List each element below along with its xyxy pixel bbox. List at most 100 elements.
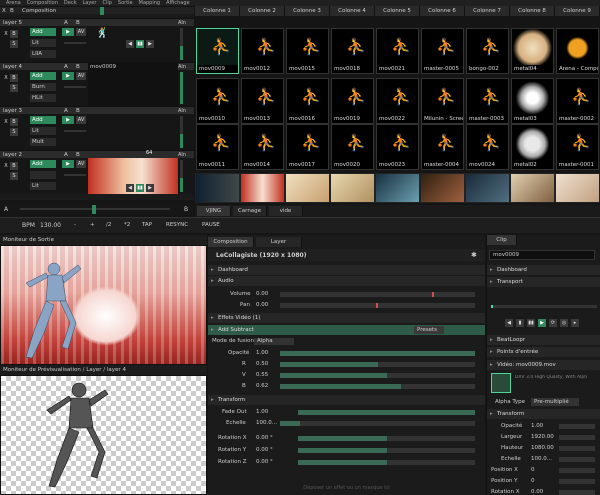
clip-transport-section[interactable]: Transport <box>487 277 600 287</box>
clip-tile[interactable]: ⛹ master-0005 <box>421 28 464 74</box>
transform-slider-2[interactable] <box>298 436 475 441</box>
video-section[interactable]: Vidéo: mov0009.mov <box>487 360 600 370</box>
layer-play-toggle[interactable]: ▶ <box>62 28 74 36</box>
layer-header-3[interactable]: layer 3 A B Aln <box>0 106 194 114</box>
strip-thumb-2[interactable] <box>286 174 329 202</box>
composition-fader[interactable] <box>100 7 104 15</box>
layer-s-toggle[interactable]: S <box>10 128 18 136</box>
clip-tile[interactable]: metal02 <box>511 124 554 170</box>
clip-prop-slider-0[interactable] <box>559 424 595 429</box>
clip-prop-value-4[interactable]: 0 <box>531 465 535 475</box>
clip-tile[interactable]: ⛹ bongo-002 <box>466 28 509 74</box>
strip-thumb-1[interactable] <box>241 174 284 202</box>
clip-tile[interactable]: ⛹ mov0024 <box>466 124 509 170</box>
clip-transport-btn-2[interactable]: ▮▮ <box>527 319 535 327</box>
bpm-button-0[interactable]: - <box>74 222 76 228</box>
blend-mode-1[interactable]: Burn <box>30 83 56 91</box>
layer-av-toggle[interactable]: AV <box>76 160 86 168</box>
pan-slider[interactable] <box>280 303 475 308</box>
clip-tile[interactable]: ⛹ mov0014 <box>241 124 284 170</box>
layer-b-toggle[interactable]: B <box>10 162 18 170</box>
column-header-4[interactable]: Colonne 4 <box>330 6 375 16</box>
transform-slider-1[interactable] <box>280 421 475 426</box>
layer-x-button[interactable]: X <box>2 118 10 126</box>
layer-header-4[interactable]: layer 4 A Bmov0009 Aln <box>0 62 194 71</box>
clip-tile[interactable]: ⛹ mov0016 <box>286 78 329 124</box>
clip-prop-value-0[interactable]: 1.00 <box>531 421 543 431</box>
layer-av-toggle[interactable]: AV <box>76 28 86 36</box>
layer-opacity-slider[interactable] <box>64 86 86 88</box>
layer-play-toggle[interactable]: ▶ <box>62 160 74 168</box>
column-header-3[interactable]: Colonne 3 <box>285 6 330 16</box>
bpm-button-5[interactable]: RESYNC <box>166 222 188 228</box>
volume-value[interactable]: 0.00 <box>256 289 268 299</box>
layer-b-toggle[interactable]: B <box>10 74 18 82</box>
bpm-button-6[interactable]: PAUSE <box>202 222 220 228</box>
clip-tile[interactable]: ⛹ mov0009 <box>196 28 239 74</box>
clip-timeline[interactable] <box>491 305 597 308</box>
clip-prop-slider-1[interactable] <box>559 435 595 440</box>
layer-header-2[interactable]: layer 2 A B Aln <box>0 150 194 158</box>
clip-tile[interactable]: ⛹ master-0002 <box>556 78 599 124</box>
settings-icon[interactable]: ✱ <box>471 251 477 259</box>
transport-btn-2[interactable]: ▶ <box>146 184 154 192</box>
audio-section[interactable]: Audio <box>208 276 485 286</box>
transform-value-2[interactable]: 0.00 ° <box>256 433 273 443</box>
clip-tile[interactable]: ⛹ master-0003 <box>466 78 509 124</box>
clip-transport-btn-1[interactable]: ▮ <box>516 319 524 327</box>
deck-tab-0[interactable]: VJING <box>197 206 231 216</box>
volume-slider[interactable] <box>280 292 475 297</box>
layer-av-toggle[interactable]: AV <box>76 116 86 124</box>
transform-slider-4[interactable] <box>298 460 475 465</box>
blend-mode-1[interactable] <box>30 171 56 179</box>
strip-thumb-5[interactable] <box>421 174 464 202</box>
strip-thumb-4[interactable] <box>376 174 419 202</box>
strip-thumb-0[interactable] <box>196 174 239 202</box>
transform-value-0[interactable]: 1.00 <box>256 407 268 417</box>
effects-section[interactable]: Effets Vidéo (1) <box>208 313 485 323</box>
transport-btn-0[interactable]: ◀ <box>126 184 134 192</box>
transform-slider-3[interactable] <box>298 448 475 453</box>
clip-tile[interactable]: ⛹ mov0015 <box>286 28 329 74</box>
blend-mode-1[interactable]: Lit <box>30 127 56 135</box>
entry-points-section[interactable]: Points d'entrée <box>487 347 600 357</box>
bpm-button-2[interactable]: /2 <box>106 222 111 228</box>
bpm-button-1[interactable]: + <box>90 222 95 228</box>
blend-mode-0[interactable]: Add <box>30 72 56 80</box>
clip-tile[interactable]: ⛹ mov0011 <box>196 124 239 170</box>
crossfader-handle[interactable] <box>92 205 96 214</box>
subtract-R-slider[interactable] <box>280 362 475 367</box>
clip-prop-value-1[interactable]: 1920.00 <box>531 432 554 442</box>
clip-transport-btn-3[interactable]: ▶ <box>538 319 546 327</box>
clip-tile[interactable]: ⛹ master-0001 <box>556 124 599 170</box>
clip-tile[interactable]: ⛹ mov0017 <box>286 124 329 170</box>
column-header-5[interactable]: Colonne 5 <box>375 6 420 16</box>
presets-button[interactable]: Presets <box>414 326 444 334</box>
clip-tile[interactable]: ⛹ mov0018 <box>331 28 374 74</box>
clip-prop-slider-4[interactable] <box>559 468 595 473</box>
layer-b-toggle[interactable]: B <box>10 118 18 126</box>
subtract-B-slider[interactable] <box>280 384 475 389</box>
clip-prop-slider-6[interactable] <box>559 490 595 495</box>
alpha-type-select[interactable]: Pre-multiplié <box>531 398 579 406</box>
strip-thumb-8[interactable] <box>556 174 599 202</box>
layer-s-toggle[interactable]: S <box>10 172 18 180</box>
clip-tile[interactable]: ⛹ mov0022 <box>376 78 419 124</box>
b-button[interactable]: B <box>10 7 14 15</box>
column-header-2[interactable]: Colonne 2 <box>240 6 285 16</box>
clip-tile[interactable]: Arena - Composit... <box>556 28 599 74</box>
transport-btn-2[interactable]: ▶ <box>146 40 154 48</box>
layer-s-toggle[interactable]: S <box>10 84 18 92</box>
layer-play-toggle[interactable]: ▶ <box>62 116 74 124</box>
subtract-Opacité-slider[interactable] <box>280 351 475 356</box>
clip-prop-slider-5[interactable] <box>559 479 595 484</box>
bpm-value[interactable]: 130.00 <box>40 222 61 229</box>
strip-thumb-6[interactable] <box>466 174 509 202</box>
clip-tile[interactable]: metal04 <box>511 28 554 74</box>
subtract-B-value[interactable]: 0.62 <box>256 381 268 391</box>
clip-prop-value-6[interactable]: 0.00 <box>531 487 543 495</box>
column-header-8[interactable]: Colonne 8 <box>510 6 555 16</box>
subtract-R-value[interactable]: 0.50 <box>256 359 268 369</box>
layer-x-button[interactable]: X <box>2 30 10 38</box>
beatloop-section[interactable]: BeatLoopr <box>487 335 600 345</box>
